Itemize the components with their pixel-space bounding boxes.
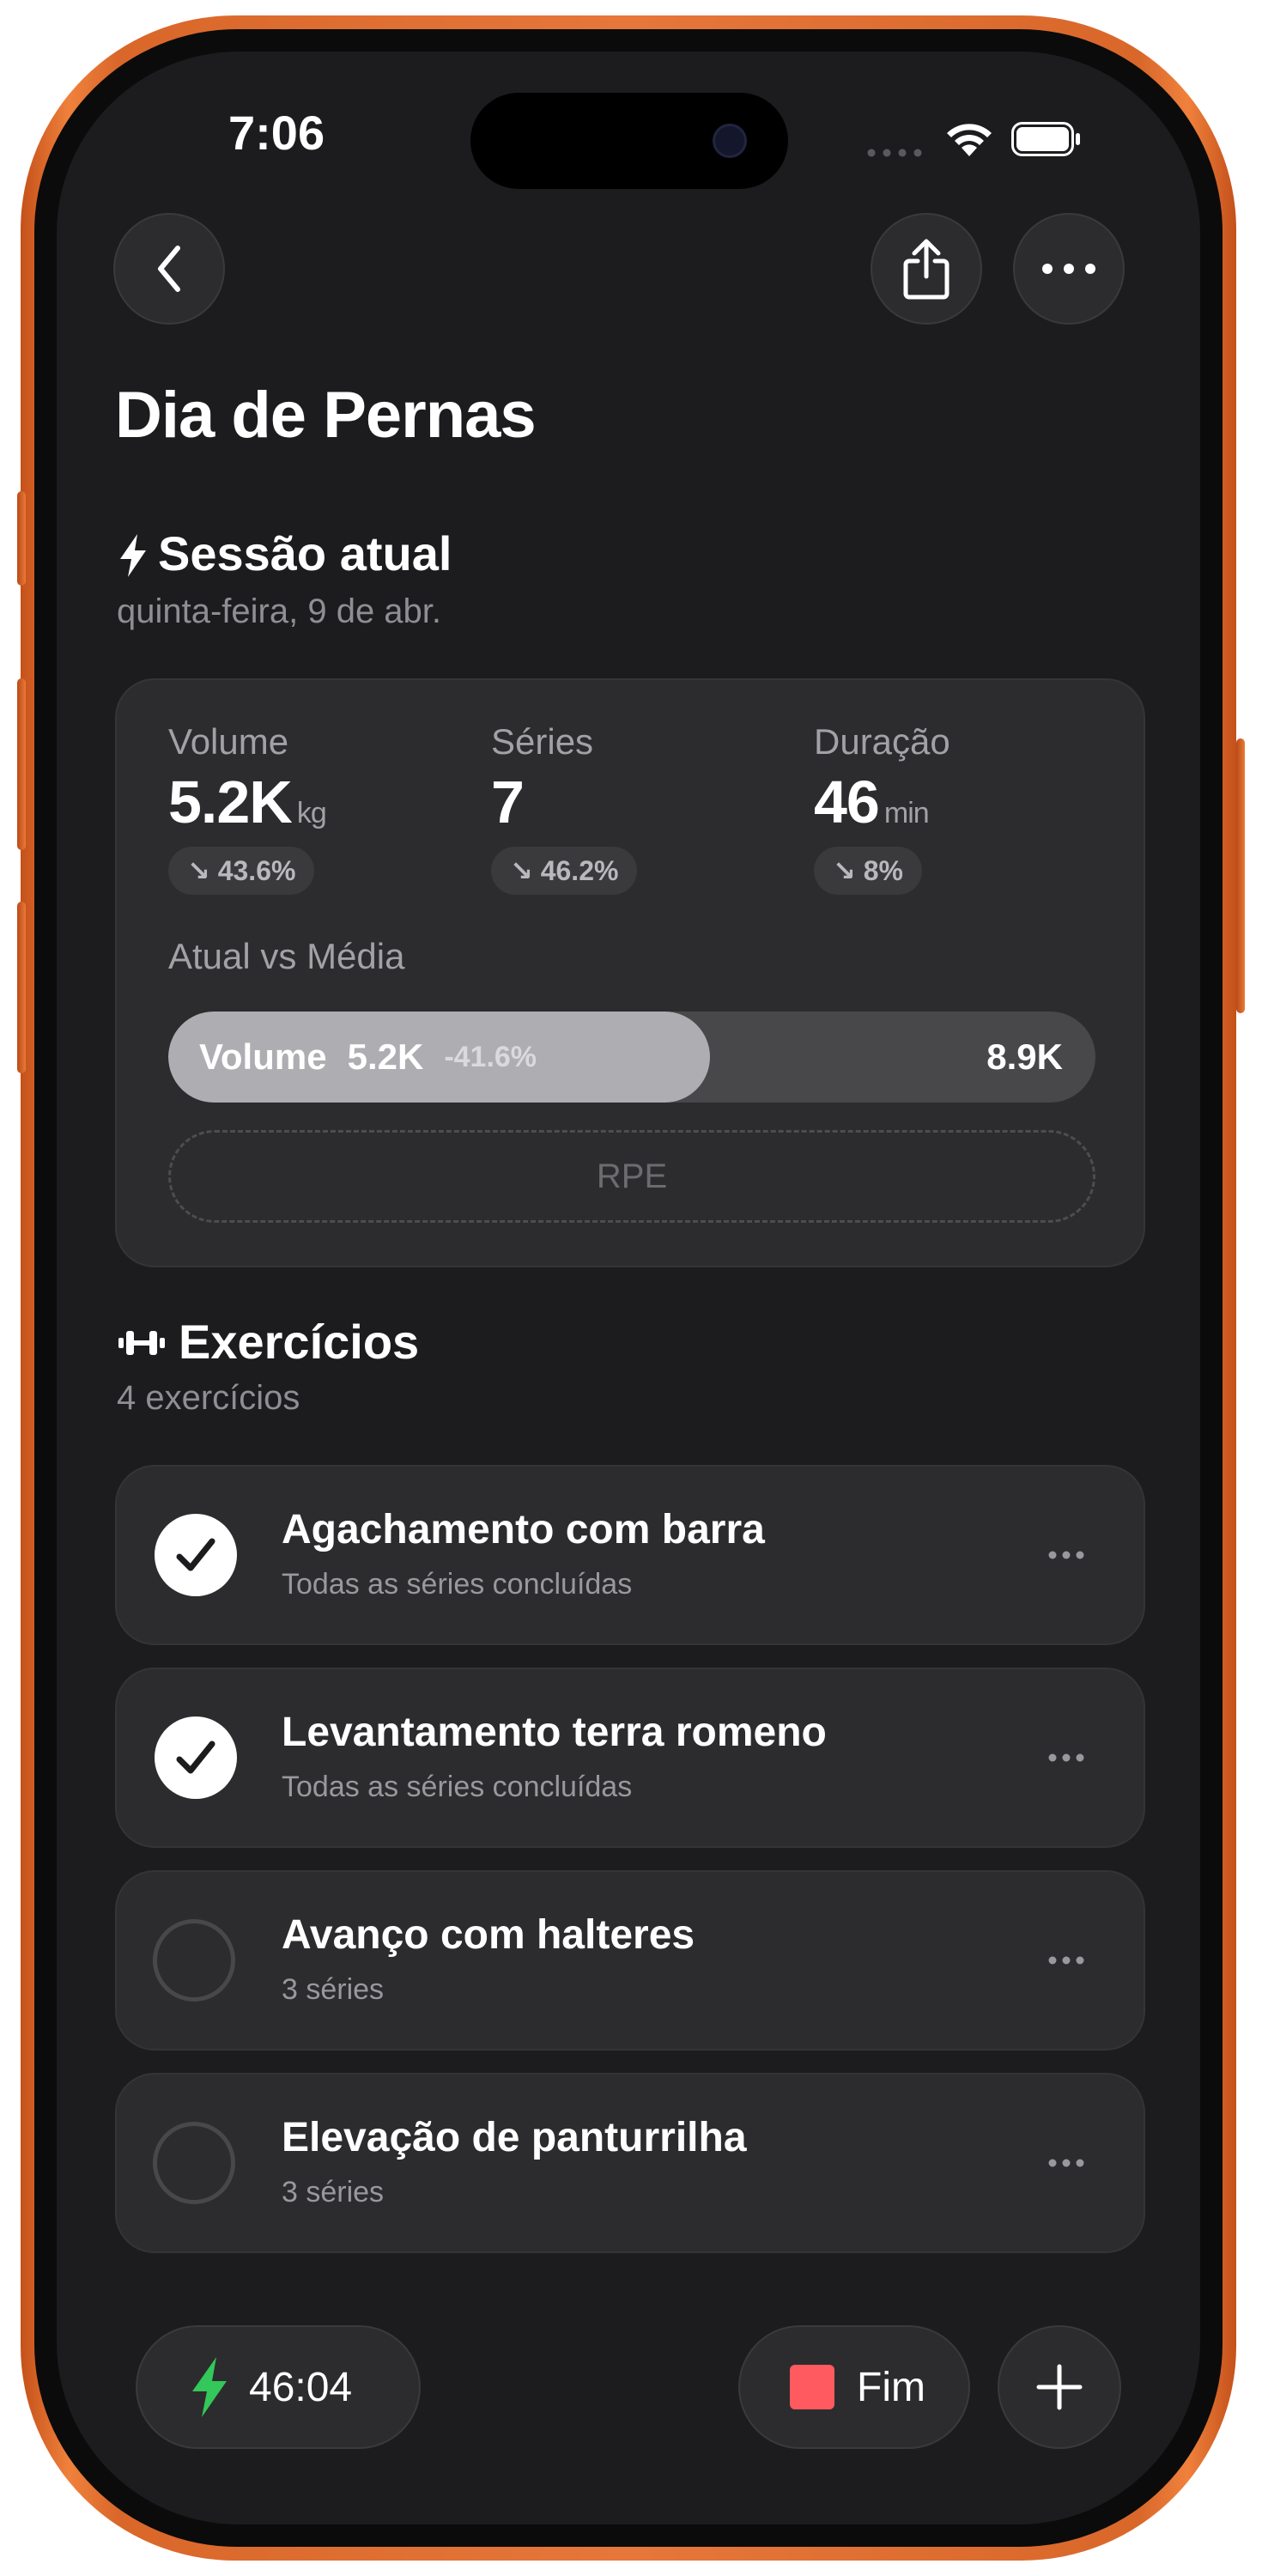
volume-bar-labels: Volume 5.2K -41.6%: [199, 1012, 537, 1103]
volume-comparison-bar: Volume 5.2K -41.6% 8.9K: [168, 1012, 1095, 1103]
more-button[interactable]: [1013, 213, 1125, 325]
volume-up-button: [17, 678, 26, 850]
more-icon: [1048, 1753, 1084, 1762]
change-badge: ↘ 8%: [814, 847, 922, 895]
power-button: [1236, 738, 1245, 1013]
page-title: Dia de Pernas: [115, 379, 537, 452]
comparison-label: Atual vs Média: [168, 936, 405, 976]
exercises-heading: Exercícios: [179, 1315, 420, 1369]
share-icon: [903, 239, 950, 300]
more-icon: [1048, 2159, 1084, 2167]
exercise-subtitle: 3 séries: [282, 2176, 385, 2208]
stat-value: 46 min: [814, 769, 930, 835]
wifi-icon: [944, 118, 994, 158]
stat-unit: min: [883, 797, 930, 829]
stat-value: 5.2K kg: [168, 769, 327, 835]
completed-checkmark[interactable]: [155, 1514, 237, 1596]
bar-current: 5.2K: [347, 1036, 424, 1077]
exercise-more-button[interactable]: [1047, 1752, 1085, 1767]
exercise-card[interactable]: Avanço com halteres 3 séries: [115, 1870, 1145, 2050]
status-time: 7:06: [228, 106, 325, 160]
finish-button[interactable]: Fim: [738, 2325, 970, 2449]
bolt-icon: [117, 532, 149, 579]
screen: 7:06 Dia de Pernas Sessão atual quinta-f…: [57, 52, 1200, 2524]
session-heading: Sessão atual: [158, 526, 452, 580]
stat-label: Séries: [491, 721, 594, 762]
finish-label: Fim: [857, 2364, 925, 2410]
exercise-subtitle: Todas as séries concluídas: [282, 1771, 633, 1803]
back-button[interactable]: [113, 213, 225, 325]
stat-label: Duração: [814, 721, 950, 762]
change-badge: ↘ 43.6%: [168, 847, 315, 895]
more-icon: [1042, 264, 1095, 274]
exercise-card[interactable]: Elevação de panturrilha 3 séries: [115, 2073, 1145, 2253]
bar-average: 8.9K: [986, 1036, 1063, 1077]
plus-icon: [1036, 2364, 1083, 2410]
signal-dots-icon: [867, 146, 927, 157]
more-icon: [1048, 1551, 1084, 1559]
session-timer: 46:04: [249, 2364, 353, 2410]
exercise-name: Agachamento com barra: [282, 1507, 765, 1552]
bar-delta: -41.6%: [444, 1040, 537, 1073]
exercise-name: Avanço com halteres: [282, 1912, 695, 1958]
action-button: [17, 491, 26, 586]
incomplete-circle[interactable]: [153, 2122, 235, 2204]
add-exercise-button[interactable]: [998, 2325, 1121, 2449]
exercise-more-button[interactable]: [1047, 2157, 1085, 2172]
stat-duration: Duração 46 min ↘ 8%: [814, 721, 950, 895]
bolt-icon: [192, 2357, 227, 2417]
change-badge: ↘ 46.2%: [491, 847, 638, 895]
camera-icon: [713, 124, 747, 158]
exercise-more-button[interactable]: [1047, 1954, 1085, 1970]
battery-icon: [1011, 122, 1082, 156]
stat-label: Volume: [168, 721, 289, 762]
session-date: quinta-feira, 9 de abr.: [117, 592, 442, 630]
dynamic-island: [470, 93, 788, 189]
exercise-name: Levantamento terra romeno: [282, 1710, 827, 1755]
share-button[interactable]: [871, 213, 982, 325]
incomplete-circle[interactable]: [153, 1919, 235, 2002]
exercise-subtitle: 3 séries: [282, 1973, 385, 2006]
rpe-button[interactable]: RPE: [168, 1130, 1095, 1223]
volume-down-button: [17, 902, 26, 1073]
stat-volume: Volume 5.2K kg ↘ 43.6%: [168, 721, 327, 895]
session-summary-card: Volume 5.2K kg ↘ 43.6% Séries 7 ↘ 46.2% D…: [115, 678, 1145, 1267]
completed-checkmark[interactable]: [155, 1716, 237, 1799]
bar-label: Volume: [199, 1036, 327, 1077]
checkmark-icon: [176, 1538, 215, 1571]
stop-icon: [790, 2365, 834, 2409]
dumbbell-icon: [117, 1327, 167, 1358]
checkmark-icon: [176, 1741, 215, 1774]
exercise-subtitle: Todas as séries concluídas: [282, 1568, 633, 1601]
exercise-name: Elevação de panturrilha: [282, 2115, 747, 2160]
stat-value: 7: [491, 769, 525, 835]
exercise-card[interactable]: Agachamento com barra Todas as séries co…: [115, 1465, 1145, 1645]
exercises-count: 4 exercícios: [117, 1379, 300, 1417]
stat-series: Séries 7 ↘ 46.2%: [491, 721, 638, 895]
session-timer-button[interactable]: 46:04: [136, 2325, 421, 2449]
exercise-more-button[interactable]: [1047, 1549, 1085, 1564]
stat-unit: kg: [296, 797, 327, 829]
back-chevron-icon: [158, 246, 180, 292]
more-icon: [1048, 1956, 1084, 1965]
exercise-card[interactable]: Levantamento terra romeno Todas as série…: [115, 1668, 1145, 1848]
